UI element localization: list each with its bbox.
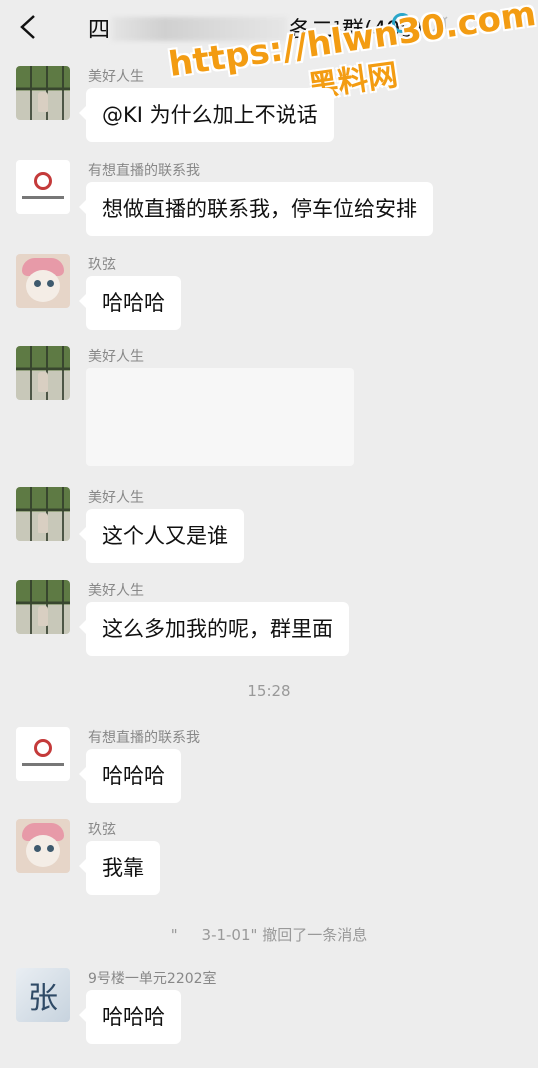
timestamp-divider: 15:28: [247, 682, 291, 700]
avatar[interactable]: [16, 66, 70, 120]
sender-name: 美好人生: [88, 349, 144, 365]
avatar[interactable]: [16, 819, 70, 873]
message-item: 美好人生 这个人又是谁: [0, 487, 538, 563]
message-item: 美好人生: [0, 346, 538, 466]
message-bubble[interactable]: 哈哈哈: [79, 990, 181, 1044]
message-bubble[interactable]: 哈哈哈: [79, 276, 181, 330]
sender-name: 有想直播的联系我: [88, 163, 200, 179]
back-arrow-icon[interactable]: [18, 14, 40, 40]
recall-notice: " 3-1-01" 撤回了一条消息: [170, 926, 368, 944]
sender-name: 美好人生: [88, 490, 144, 506]
message-item: 玖弦 我靠: [0, 819, 538, 895]
message-item: 美好人生 @KI 为什么加上不说话: [0, 66, 538, 142]
message-bubble[interactable]: 我靠: [79, 841, 160, 895]
sender-name: 有想直播的联系我: [88, 730, 200, 746]
message-item: 有想直播的联系我 想做直播的联系我，停车位给安排: [0, 160, 538, 236]
message-bubble[interactable]: 这个人又是谁: [79, 509, 244, 563]
avatar[interactable]: [16, 254, 70, 308]
chat-title-prefix: 四: [88, 18, 111, 43]
message-bubble[interactable]: 哈哈哈: [79, 749, 181, 803]
blank-message-bubble[interactable]: [86, 368, 354, 466]
message-bubble[interactable]: @KI 为什么加上不说话: [79, 88, 334, 142]
avatar[interactable]: [16, 727, 70, 781]
avatar[interactable]: [16, 487, 70, 541]
sender-name: 美好人生: [88, 69, 144, 85]
sender-name: 玖弦: [88, 822, 116, 838]
message-item: 美好人生 这么多加我的呢，群里面: [0, 580, 538, 656]
sender-name: 美好人生: [88, 583, 144, 599]
message-bubble[interactable]: 这么多加我的呢，群里面: [79, 602, 349, 656]
message-bubble[interactable]: 想做直播的联系我，停车位给安排: [79, 182, 433, 236]
logo-mark-icon: [34, 172, 52, 190]
logo-mark-icon: [34, 739, 52, 757]
avatar[interactable]: [16, 160, 70, 214]
message-item: 有想直播的联系我 哈哈哈: [0, 727, 538, 803]
sender-name: 玖弦: [88, 257, 116, 273]
avatar[interactable]: 张: [16, 968, 70, 1022]
avatar[interactable]: [16, 580, 70, 634]
avatar[interactable]: [16, 346, 70, 400]
message-item: 玖弦 哈哈哈: [0, 254, 538, 330]
sender-name: 9号楼一单元2202室: [88, 971, 217, 987]
